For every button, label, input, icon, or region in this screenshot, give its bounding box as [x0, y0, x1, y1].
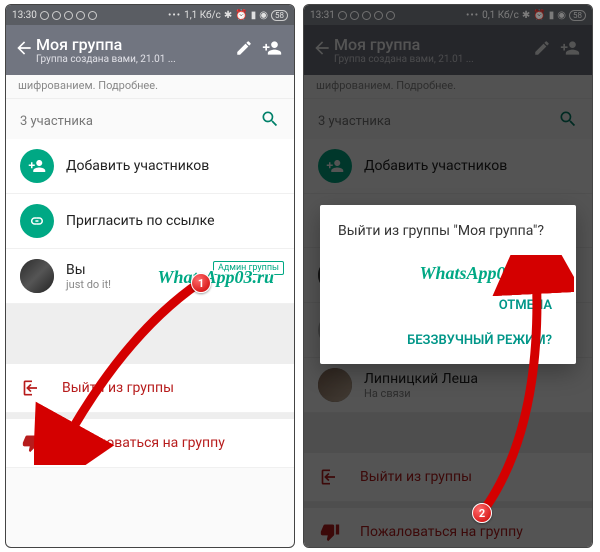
exit-icon [22, 378, 48, 398]
add-participants-row[interactable]: Добавить участников [6, 139, 294, 194]
phone-frame-right: 13:31 ••• 0,1 Кб/с ✱ ⏰ ▮ ◉ 58 Моя группа… [303, 4, 593, 548]
wifi-icon: ◉ [259, 10, 268, 21]
status-bar: 13:30 ••• 1,1 Кб/с ✱ ⏰ ▮ ◉ 58 [6, 5, 294, 25]
dialog-cancel-button[interactable]: ОТМЕНА [493, 290, 558, 321]
battery-indicator: 58 [271, 10, 288, 21]
dialog-mute-button[interactable]: БЕЗЗВУЧНЫЙ РЕЖИМ? [401, 325, 558, 356]
status-icon [76, 11, 85, 20]
status-dots: ••• [168, 10, 181, 21]
callout-badge-2: 2 [472, 503, 492, 523]
dialog-exit-button[interactable]: ВЫЙТИ [500, 259, 558, 290]
report-group-label: Пожаловаться на группу [62, 435, 225, 451]
spacer [6, 304, 294, 364]
status-icon [88, 11, 97, 20]
invite-link-label: Пригласить по ссылке [66, 213, 280, 229]
thumb-down-icon [22, 433, 48, 453]
participants-count: 3 участника [20, 114, 260, 129]
add-person-button[interactable] [258, 38, 286, 62]
status-icon [40, 11, 49, 20]
participants-header: 3 участника [6, 99, 294, 139]
leave-group-label: Выйти из группы [62, 380, 174, 396]
back-button[interactable] [14, 38, 36, 62]
status-net: 1,1 Кб/с [184, 10, 221, 21]
group-subtitle: Группа создана вами, 21.01 ... [36, 54, 230, 65]
screen-body: шифрованием. Подробнее. 3 участника Доба… [6, 75, 294, 468]
phone-frame-left: 13:30 ••• 1,1 Кб/с ✱ ⏰ ▮ ◉ 58 Моя группа… [5, 4, 295, 548]
search-participants-button[interactable] [260, 109, 280, 133]
invite-link-row[interactable]: Пригласить по ссылке [6, 194, 294, 249]
signal-icon: ▮ [251, 10, 257, 21]
status-time: 13:30 [12, 10, 37, 21]
bluetooth-icon: ✱ [224, 10, 232, 21]
add-participants-label: Добавить участников [66, 158, 280, 174]
encryption-note[interactable]: шифрованием. Подробнее. [6, 75, 294, 99]
app-header: Моя группа Группа создана вами, 21.01 ..… [6, 25, 294, 75]
leave-group-row[interactable]: Выйти из группы [6, 364, 294, 413]
leave-group-dialog: Выйти из группы "Моя группа"? ВЫЙТИ ОТМЕ… [320, 205, 576, 364]
callout-badge-1: 1 [191, 273, 211, 293]
group-title: Моя группа [36, 35, 230, 54]
status-icon [64, 11, 73, 20]
alarm-icon: ⏰ [235, 10, 247, 21]
participant-status: just do it! [66, 278, 280, 291]
edit-button[interactable] [230, 39, 258, 61]
dialog-message: Выйти из группы "Моя группа"? [338, 223, 558, 239]
admin-badge: Админ группы [213, 261, 284, 275]
link-icon [20, 204, 54, 238]
add-participant-icon [20, 149, 54, 183]
status-icon [52, 11, 61, 20]
participant-you-row[interactable]: Вы just do it! Админ группы [6, 249, 294, 304]
avatar [20, 259, 54, 293]
report-group-row[interactable]: Пожаловаться на группу [6, 419, 294, 468]
